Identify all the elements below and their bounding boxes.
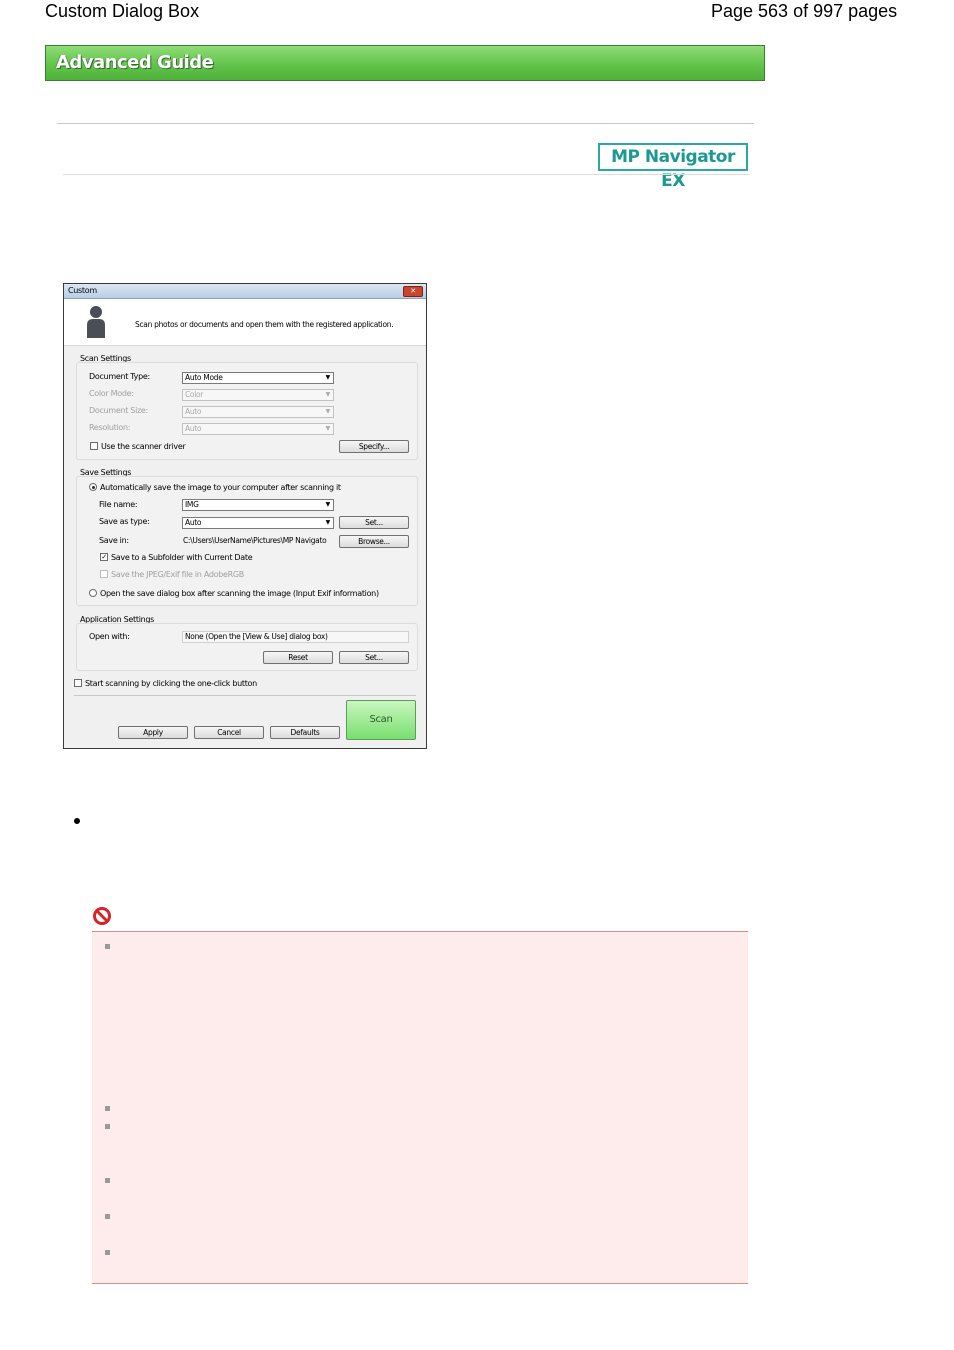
close-icon[interactable]: ✕	[403, 286, 423, 297]
file-name-value: IMG	[185, 500, 199, 509]
document-type-select[interactable]: Auto Mode ▼	[182, 372, 334, 384]
open-with-label: Open with:	[89, 632, 130, 641]
color-mode-label: Color Mode:	[89, 389, 134, 398]
subfolder-label: Save to a Subfolder with Current Date	[111, 553, 253, 562]
open-save-dialog-radio[interactable]	[89, 589, 97, 597]
list-marker	[105, 1106, 110, 1111]
prohibited-icon	[93, 907, 111, 925]
use-scanner-driver-label: Use the scanner driver	[101, 442, 186, 451]
resolution-select[interactable]: Auto ▼	[182, 423, 334, 435]
save-as-type-select[interactable]: Auto ▼	[182, 517, 334, 529]
open-with-value: None (Open the [View & Use] dialog box)	[185, 632, 328, 641]
chevron-down-icon: ▼	[325, 501, 331, 508]
one-click-label: Start scanning by clicking the one-click…	[85, 679, 257, 688]
resolution-value: Auto	[185, 424, 202, 433]
use-scanner-driver-checkbox[interactable]	[90, 442, 98, 450]
apply-button[interactable]: Apply	[118, 726, 188, 739]
document-size-select[interactable]: Auto ▼	[182, 406, 334, 418]
user-icon	[87, 306, 105, 338]
page-title: Custom Dialog Box	[45, 1, 200, 21]
one-click-checkbox[interactable]	[74, 679, 82, 687]
application-set-button[interactable]: Set...	[339, 651, 409, 664]
dialog-divider	[74, 695, 416, 696]
document-type-label: Document Type:	[89, 372, 150, 381]
document-size-label: Document Size:	[89, 406, 148, 415]
auto-save-label: Automatically save the image to your com…	[100, 483, 341, 492]
browse-button[interactable]: Browse...	[339, 535, 409, 548]
custom-dialog: Custom ✕ Scan photos or documents and op…	[63, 283, 427, 749]
file-name-field[interactable]: IMG ▼	[182, 499, 334, 511]
subfolder-checkbox[interactable]: ✓	[100, 553, 108, 561]
resolution-label: Resolution:	[89, 423, 131, 432]
document-size-value: Auto	[185, 407, 202, 416]
save-settings-group: Automatically save the image to your com…	[76, 476, 418, 606]
color-mode-value: Color	[185, 390, 204, 399]
list-marker	[105, 1214, 110, 1219]
adobergb-checkbox[interactable]	[100, 570, 108, 578]
save-in-label: Save in:	[99, 536, 129, 545]
save-as-type-label: Save as type:	[99, 517, 150, 526]
list-bullet	[74, 818, 80, 824]
chevron-down-icon: ▼	[325, 374, 331, 381]
list-marker	[105, 1178, 110, 1183]
scan-settings-group: Document Type: Auto Mode ▼ Color Mode: C…	[76, 362, 418, 460]
chevron-down-icon: ▼	[325, 391, 331, 398]
cancel-button[interactable]: Cancel	[194, 726, 264, 739]
application-settings-group: Open with: None (Open the [View & Use] d…	[76, 623, 418, 671]
scan-button[interactable]: Scan	[346, 700, 416, 740]
file-name-label: File name:	[99, 500, 138, 509]
advanced-guide-banner: Advanced Guide	[45, 45, 765, 81]
dialog-title-bar: Custom ✕	[64, 284, 426, 299]
dialog-title: Custom	[68, 286, 97, 295]
open-save-dialog-label: Open the save dialog box after scanning …	[100, 589, 379, 598]
dialog-header-area: Scan photos or documents and open them w…	[64, 299, 426, 346]
logo-divider	[63, 174, 749, 175]
important-notice-box	[92, 931, 748, 1284]
adobergb-label: Save the JPEG/Exif file in AdobeRGB	[111, 570, 244, 579]
open-with-field: None (Open the [View & Use] dialog box)	[182, 631, 409, 643]
chevron-down-icon: ▼	[325, 425, 331, 432]
save-type-set-button[interactable]: Set...	[339, 516, 409, 529]
chevron-down-icon: ▼	[325, 519, 331, 526]
color-mode-select[interactable]: Color ▼	[182, 389, 334, 401]
reset-button[interactable]: Reset	[263, 651, 333, 664]
mp-navigator-logo: MP Navigator EX	[598, 143, 748, 191]
chevron-down-icon: ▼	[325, 408, 331, 415]
defaults-button[interactable]: Defaults	[270, 726, 340, 739]
specify-button[interactable]: Specify...	[339, 440, 409, 453]
dialog-description: Scan photos or documents and open them w…	[135, 320, 394, 329]
document-type-value: Auto Mode	[185, 373, 223, 382]
page-number: Page 563 of 997 pages	[711, 1, 898, 21]
save-as-type-value: Auto	[185, 518, 202, 527]
auto-save-radio[interactable]	[89, 483, 97, 491]
top-divider	[57, 123, 754, 124]
list-marker	[105, 1124, 110, 1129]
list-marker	[105, 1250, 110, 1255]
advanced-guide-label: Advanced Guide	[56, 52, 214, 73]
list-marker	[105, 944, 110, 949]
save-in-path: C:\Users\UserName\Pictures\MP Navigato	[183, 536, 327, 545]
